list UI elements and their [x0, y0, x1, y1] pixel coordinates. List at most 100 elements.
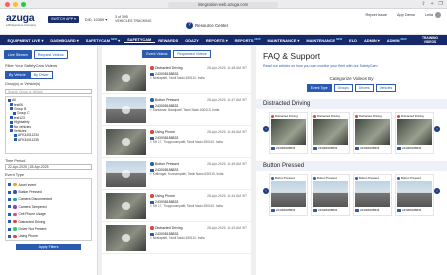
video-row[interactable]: Distracted Driving 28-Apr-2025, 11:48 AM… [102, 62, 251, 94]
nav-dashboard[interactable]: DASHBOARD ▾ [47, 38, 82, 43]
video-thumbnail[interactable] [355, 181, 390, 207]
checkbox[interactable] [8, 234, 11, 238]
video-thumbnail[interactable] [397, 181, 432, 207]
carousel-next-icon[interactable]: › [434, 188, 440, 194]
event-videos-tab[interactable]: Event Videos [142, 50, 172, 58]
checkbox[interactable] [10, 125, 13, 129]
video-row[interactable]: Using Phone 28-Apr-2025, 11:44 AM IST 24… [102, 190, 251, 222]
requested-videos-tab[interactable]: Requested Videos [173, 50, 211, 58]
video-card[interactable]: Button Pressed 243008188833 [269, 174, 308, 216]
play-icon[interactable] [122, 234, 130, 242]
video-thumbnail[interactable] [271, 181, 306, 207]
play-icon[interactable] [122, 202, 130, 210]
video-card[interactable]: Button Pressed 243008188833 [353, 174, 392, 216]
event-filter-item[interactable]: Accel event [8, 181, 89, 188]
video-card[interactable]: Button Pressed 243008188833 [311, 174, 350, 216]
report-issue-link[interactable]: Report Issue [365, 13, 387, 17]
apply-filters-button[interactable]: Apply Filters [16, 244, 81, 250]
tree-item[interactable]: AFK34011235 [8, 138, 89, 142]
checkbox[interactable] [8, 212, 11, 216]
category-tab-event-type[interactable]: Event Type [306, 84, 332, 92]
event-filter-item[interactable]: Using Phone [8, 233, 89, 240]
category-tab-drivers[interactable]: Drivers [354, 84, 374, 92]
nav-admin[interactable]: ADMIN ▾ [360, 38, 383, 43]
video-thumbnail[interactable] [106, 193, 146, 219]
video-thumbnail[interactable] [313, 181, 348, 207]
checkbox[interactable] [10, 120, 13, 124]
group-search-input[interactable]: Search Group or Vehicle [5, 89, 92, 94]
app-demo-link[interactable]: App Demo [397, 13, 415, 17]
event-filter-item[interactable]: Button Pressed [8, 188, 89, 195]
checkbox[interactable] [8, 205, 11, 209]
checkbox[interactable] [8, 190, 11, 194]
play-icon[interactable] [122, 106, 130, 114]
resource-center-link[interactable]: ? Resource Center [186, 22, 228, 29]
event-filter-item[interactable]: Camera Tampered [8, 203, 89, 210]
video-thumbnail[interactable] [313, 119, 348, 145]
switch-app-button[interactable]: SWITCH APP ▾ [48, 16, 79, 23]
tabs-icon[interactable]: ❐ [439, 2, 443, 7]
video-row[interactable]: Using Phone 28-Apr-2025, 11:46 AM IST 24… [102, 126, 251, 158]
play-icon[interactable] [122, 170, 130, 178]
azuga-logo[interactable]: azuga a Bridgestone Company [6, 13, 38, 27]
video-thumbnail[interactable] [106, 225, 146, 251]
checkbox[interactable] [8, 220, 11, 224]
carousel-prev-icon[interactable]: ‹ [263, 188, 269, 194]
event-filter-item[interactable]: Distracted Driving [8, 218, 89, 225]
new-tab-icon[interactable]: + [431, 2, 434, 7]
minimize-window-button[interactable] [13, 1, 18, 7]
by-driver-tab[interactable]: By Driver [29, 71, 53, 79]
nav-reports-2[interactable]: REPORTSNEW [231, 38, 264, 43]
carousel-prev-icon[interactable]: ‹ [263, 126, 269, 132]
video-thumbnail[interactable] [271, 119, 306, 145]
video-row[interactable]: Button Pressed 28-Apr-2025, 11:45 AM IST… [102, 158, 251, 190]
video-row[interactable]: Button Pressed 28-Apr-2025, 11:47 AM IST… [102, 94, 251, 126]
live-stream-tab[interactable]: Live Stream [4, 50, 32, 59]
video-thumbnail[interactable] [106, 129, 146, 155]
checkbox[interactable] [8, 183, 11, 187]
nav-safetycam[interactable]: SAFETYCAMNEW ▾ [82, 38, 123, 43]
checkbox[interactable] [14, 138, 17, 142]
checkbox[interactable] [10, 103, 13, 107]
video-card[interactable]: Distracted Driving 243008188833 [353, 112, 392, 154]
category-tab-groups[interactable]: Groups [333, 84, 353, 92]
nav-training-videos[interactable]: TRAINING VIDEOS [419, 36, 441, 44]
category-tab-vehicles[interactable]: Vehicles [375, 84, 397, 92]
close-window-button[interactable] [5, 1, 10, 7]
checkbox[interactable] [8, 98, 11, 102]
checkbox[interactable] [13, 111, 16, 115]
user-menu[interactable]: Leila [425, 12, 441, 18]
nav-rewards[interactable]: REWARDS [155, 38, 182, 43]
address-bar[interactable]: integration-web.azuga.com [168, 1, 278, 8]
event-filter-item[interactable]: Cell Phone Usage [8, 211, 89, 218]
video-card[interactable]: Distracted Driving 243008188833 [395, 112, 434, 154]
nav-admin-2[interactable]: ADMINNEW [383, 38, 410, 43]
video-thumbnail[interactable] [106, 65, 146, 91]
nav-safetycam-active[interactable]: SAFETYCAM [123, 37, 155, 43]
checkbox[interactable] [10, 129, 13, 133]
video-thumbnail[interactable] [397, 119, 432, 145]
request-videos-tab[interactable]: Request Videos [33, 50, 68, 59]
video-thumbnail[interactable] [106, 97, 146, 123]
by-vehicle-tab[interactable]: By Vehicle [5, 71, 30, 79]
nav-reports[interactable]: REPORTS ▾ [202, 38, 231, 43]
zoom-window-button[interactable] [21, 1, 26, 7]
carousel-next-icon[interactable]: › [434, 126, 440, 132]
play-icon[interactable] [122, 74, 130, 82]
faq-subtitle-link[interactable]: Read our articles on how you can monitor… [263, 64, 440, 68]
event-filter-item[interactable]: Camera Disconnected [8, 196, 89, 203]
video-card[interactable]: Distracted Driving 243008188833 [311, 112, 350, 154]
event-filter-item[interactable]: Driver Not Present [8, 225, 89, 232]
checkbox[interactable] [10, 116, 13, 120]
play-icon[interactable] [122, 138, 130, 146]
nav-equipment-live[interactable]: EQUIPMENT LIVE ▾ [4, 38, 47, 43]
nav-maintenance-2[interactable]: MAINTENANCENEW [303, 38, 346, 43]
share-icon[interactable]: ⇪ [421, 2, 425, 7]
checkbox[interactable] [14, 133, 17, 137]
checkbox[interactable] [10, 107, 13, 111]
video-card[interactable]: Distracted Driving 243008188833 [269, 112, 308, 154]
nav-maintenance[interactable]: MAINTENANCE ▾ [264, 38, 303, 43]
checkbox[interactable] [8, 197, 11, 201]
video-row[interactable]: Distracted Driving 28-Apr-2025, 11:43 AM… [102, 222, 251, 254]
nav-eld[interactable]: ELD [346, 38, 361, 43]
